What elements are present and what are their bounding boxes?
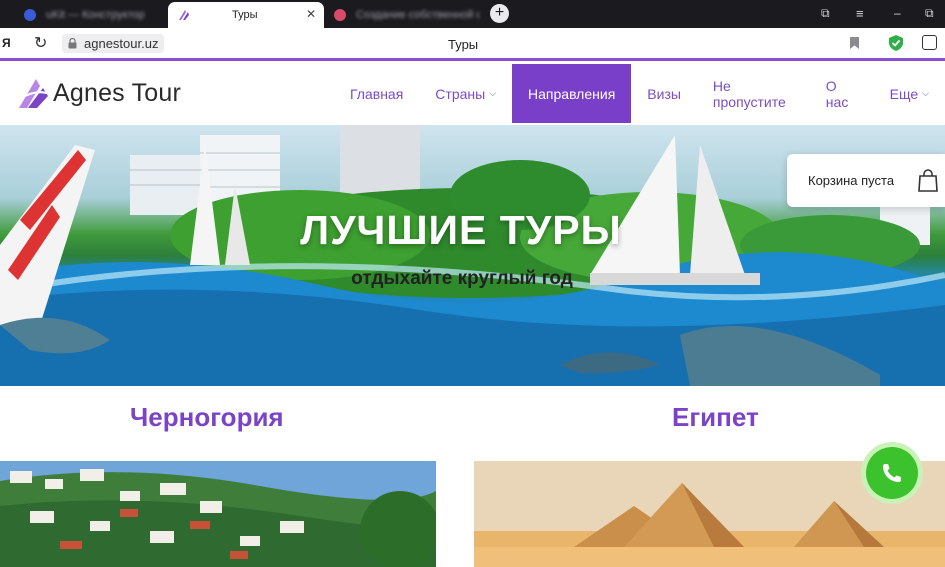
main-nav: Главная Страны ⌵ Направления Визы Не проп… [334, 64, 945, 123]
minimize-icon[interactable]: – [894, 6, 901, 20]
ukit-favicon-icon [24, 9, 36, 21]
collections-icon[interactable]: ⧉ [821, 6, 830, 21]
cart-widget[interactable]: Корзина пуста [787, 154, 945, 207]
logo-text: Agnes Tour [53, 78, 182, 107]
shopping-bag-icon [918, 169, 938, 192]
nav-about[interactable]: О нас [810, 64, 874, 123]
call-button[interactable] [861, 442, 923, 504]
browser-tab-bar: uKit — Конструктор Туры ✕ Создание собст… [0, 0, 945, 28]
cart-label: Корзина пуста [808, 173, 895, 188]
lock-icon [68, 38, 77, 49]
hero-title: ЛУЧШИЕ ТУРЫ [300, 207, 622, 253]
phone-icon [883, 464, 901, 482]
protect-shield-icon[interactable] [889, 35, 903, 51]
restore-window-icon[interactable]: ⧉ [925, 6, 934, 21]
nav-dont-miss[interactable]: Не пропустите [697, 64, 810, 123]
browser-tab-tours[interactable]: Туры ✕ [168, 2, 324, 28]
nav-countries[interactable]: Страны ⌵ [419, 64, 512, 123]
browser-tab-ukit[interactable]: uKit — Конструктор [4, 2, 164, 28]
nav-home[interactable]: Главная [334, 64, 419, 123]
nav-destinations[interactable]: Направления [512, 64, 632, 123]
chevron-down-icon: ⌵ [922, 88, 929, 98]
page-title: Туры [448, 37, 479, 52]
agnes-logo-icon [19, 79, 48, 108]
url-field[interactable]: agnestour.uz [62, 34, 165, 53]
site-logo[interactable]: Agnes Tour [17, 76, 181, 110]
extensions-icon[interactable] [922, 35, 937, 50]
agnes-favicon-icon [178, 9, 190, 21]
destination-title-egypt[interactable]: Египет [672, 402, 759, 433]
chevron-down-icon: ⌵ [489, 88, 497, 98]
hero-subtitle: отдыхайте круглый год [351, 268, 573, 289]
close-tab-icon[interactable]: ✕ [306, 7, 316, 21]
site-header: Agnes Tour Главная Страны ⌵ Направления В… [0, 64, 945, 125]
nav-visas[interactable]: Визы [631, 64, 697, 123]
new-tab-button[interactable]: + [490, 4, 509, 23]
bookmark-icon[interactable] [850, 37, 859, 49]
montenegro-photo[interactable] [0, 461, 436, 567]
montenegro-image [0, 461, 436, 567]
browser-address-bar: Я ↻ agnestour.uz Туры [0, 28, 945, 61]
menu-icon[interactable]: ≡ [856, 6, 864, 21]
yandex-logo-icon[interactable]: Я [2, 36, 11, 50]
nav-more[interactable]: Еще ⌵ [874, 64, 945, 123]
reload-icon[interactable]: ↻ [34, 33, 47, 53]
browser-tab-site-builder[interactable]: Создание собственной ст... [326, 2, 480, 28]
destination-title-montenegro[interactable]: Черногория [130, 402, 284, 433]
site-builder-favicon-icon [334, 9, 346, 21]
